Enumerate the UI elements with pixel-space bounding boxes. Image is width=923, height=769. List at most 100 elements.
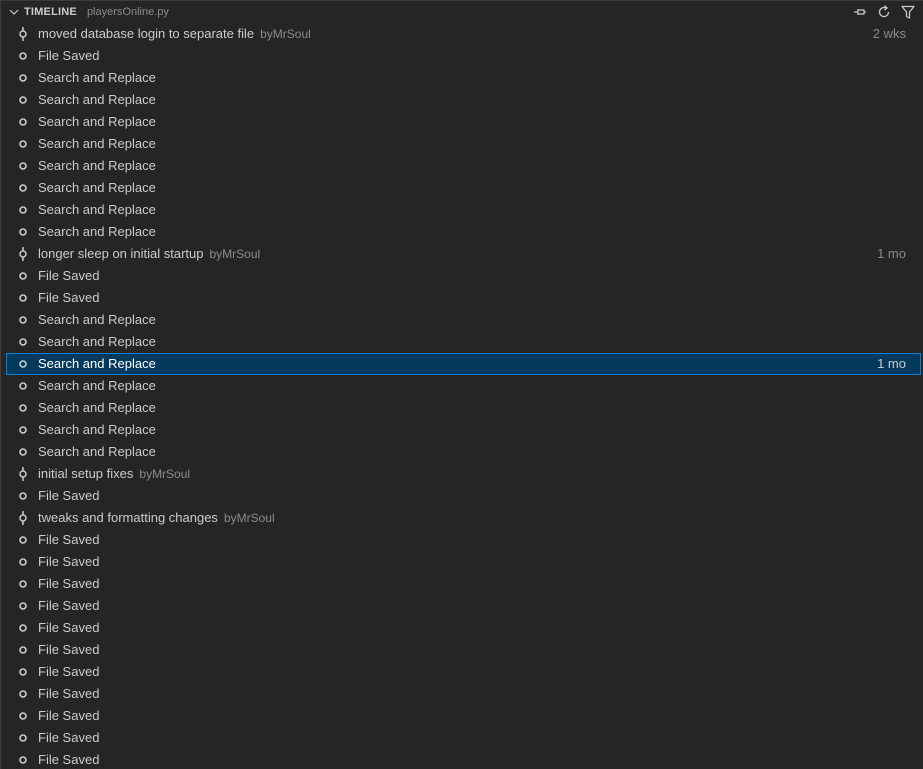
item-title: Search and Replace — [38, 422, 156, 437]
chevron-down-icon[interactable] — [7, 5, 21, 19]
circle-outline-icon — [15, 532, 31, 548]
timeline-save-item[interactable]: Search and Replace — [1, 375, 923, 397]
timeline-save-item[interactable]: File Saved — [1, 727, 923, 749]
timeline-save-item[interactable]: Search and Replace — [1, 89, 923, 111]
item-label: File Saved — [38, 554, 99, 570]
refresh-icon[interactable] — [873, 2, 895, 22]
item-title: Search and Replace — [38, 202, 156, 217]
circle-outline-icon — [15, 554, 31, 570]
item-title: File Saved — [38, 532, 100, 547]
item-label: File Saved — [38, 686, 99, 702]
timeline-save-item[interactable]: File Saved — [1, 639, 923, 661]
circle-outline-icon — [15, 136, 31, 152]
circle-outline-icon — [15, 180, 31, 196]
header-actions — [849, 2, 919, 22]
timeline-save-item[interactable]: Search and Replace — [1, 155, 923, 177]
circle-outline-icon — [15, 488, 31, 504]
circle-outline-icon — [15, 400, 31, 416]
timeline-save-item[interactable]: File Saved — [1, 551, 923, 573]
timeline-save-item[interactable]: File Saved — [1, 705, 923, 727]
item-title: tweaks and formatting changes — [38, 510, 218, 525]
timeline-header[interactable]: TIMELINE playersOnline.py — [1, 1, 923, 23]
timeline-save-item[interactable]: Search and Replace — [1, 111, 923, 133]
timeline-save-item[interactable]: Search and Replace — [1, 67, 923, 89]
item-title: Search and Replace — [38, 312, 156, 327]
item-label: File Saved — [38, 708, 99, 724]
timeline-save-item[interactable]: Search and Replace — [1, 309, 923, 331]
item-title: Search and Replace — [38, 378, 156, 393]
item-label: File Saved — [38, 664, 99, 680]
timeline-save-item[interactable]: File Saved — [1, 529, 923, 551]
circle-outline-icon — [15, 664, 31, 680]
item-label: File Saved — [38, 48, 99, 64]
item-label: Search and Replace — [38, 114, 156, 130]
timeline-save-item[interactable]: File Saved — [1, 265, 923, 287]
item-label: File Saved — [38, 532, 99, 548]
timeline-commit-item[interactable]: tweaks and formatting changes byMrSoul — [1, 507, 923, 529]
item-label: File Saved — [38, 620, 99, 636]
timeline-save-item[interactable]: File Saved — [1, 749, 923, 769]
circle-outline-icon — [15, 730, 31, 746]
item-label: File Saved — [38, 576, 99, 592]
item-label: Search and Replace — [38, 334, 156, 350]
timeline-save-item[interactable]: Search and Replace — [1, 397, 923, 419]
panel-title: TIMELINE — [24, 6, 77, 18]
timeline-save-item[interactable]: Search and Replace — [1, 221, 923, 243]
item-label: Search and Replace — [38, 422, 156, 438]
item-label: Search and Replace — [38, 136, 156, 152]
timeline-save-item[interactable]: File Saved — [1, 485, 923, 507]
item-title: File Saved — [38, 686, 100, 701]
circle-outline-icon — [15, 686, 31, 702]
item-label: longer sleep on initial startup byMrSoul — [38, 246, 260, 262]
filter-icon[interactable] — [897, 2, 919, 22]
timeline-save-item[interactable]: Search and Replace 1 mo — [6, 353, 921, 375]
circle-outline-icon — [15, 378, 31, 394]
timeline-save-item[interactable]: File Saved — [1, 661, 923, 683]
item-title: File Saved — [38, 730, 100, 745]
item-label: Search and Replace — [38, 158, 156, 174]
item-label: Search and Replace — [38, 180, 156, 196]
item-author: byMrSoul — [209, 247, 261, 261]
item-title: initial setup fixes — [38, 466, 134, 481]
item-title: Search and Replace — [38, 334, 156, 349]
circle-outline-icon — [15, 620, 31, 636]
timeline-save-item[interactable]: Search and Replace — [1, 441, 923, 463]
timeline-save-item[interactable]: File Saved — [1, 287, 923, 309]
item-author: byMrSoul — [223, 511, 275, 525]
item-label: File Saved — [38, 268, 99, 284]
circle-outline-icon — [15, 356, 31, 372]
timeline-save-item[interactable]: File Saved — [1, 595, 923, 617]
pin-icon[interactable] — [849, 2, 871, 22]
item-title: Search and Replace — [38, 444, 156, 459]
timeline-commit-item[interactable]: initial setup fixes byMrSoul — [1, 463, 923, 485]
item-label: File Saved — [38, 642, 99, 658]
item-label: Search and Replace — [38, 444, 156, 460]
timeline-save-item[interactable]: File Saved — [1, 45, 923, 67]
timeline-save-item[interactable]: Search and Replace — [1, 177, 923, 199]
item-label: moved database login to separate file byM… — [38, 26, 311, 42]
circle-outline-icon — [15, 576, 31, 592]
circle-outline-icon — [15, 708, 31, 724]
item-title: moved database login to separate file — [38, 26, 255, 41]
timeline-commit-item[interactable]: longer sleep on initial startup byMrSoul 1… — [1, 243, 923, 265]
item-title: Search and Replace — [38, 180, 156, 195]
item-title: Search and Replace — [38, 114, 156, 129]
timeline-save-item[interactable]: Search and Replace — [1, 331, 923, 353]
item-label: File Saved — [38, 730, 99, 746]
timeline-save-item[interactable]: File Saved — [1, 573, 923, 595]
timeline-save-item[interactable]: Search and Replace — [1, 133, 923, 155]
item-title: File Saved — [38, 268, 100, 283]
item-label: File Saved — [38, 598, 99, 614]
timeline-commit-item[interactable]: moved database login to separate file byM… — [1, 23, 923, 45]
timeline-save-item[interactable]: File Saved — [1, 683, 923, 705]
timeline-save-item[interactable]: Search and Replace — [1, 419, 923, 441]
item-time: 1 mo — [877, 356, 906, 371]
timeline-save-item[interactable]: Search and Replace — [1, 199, 923, 221]
item-title: Search and Replace — [38, 400, 156, 415]
circle-outline-icon — [15, 598, 31, 614]
item-title: Search and Replace — [38, 92, 156, 107]
circle-outline-icon — [15, 114, 31, 130]
timeline-save-item[interactable]: File Saved — [1, 617, 923, 639]
item-label: Search and Replace — [38, 70, 156, 86]
item-title: File Saved — [38, 620, 100, 635]
